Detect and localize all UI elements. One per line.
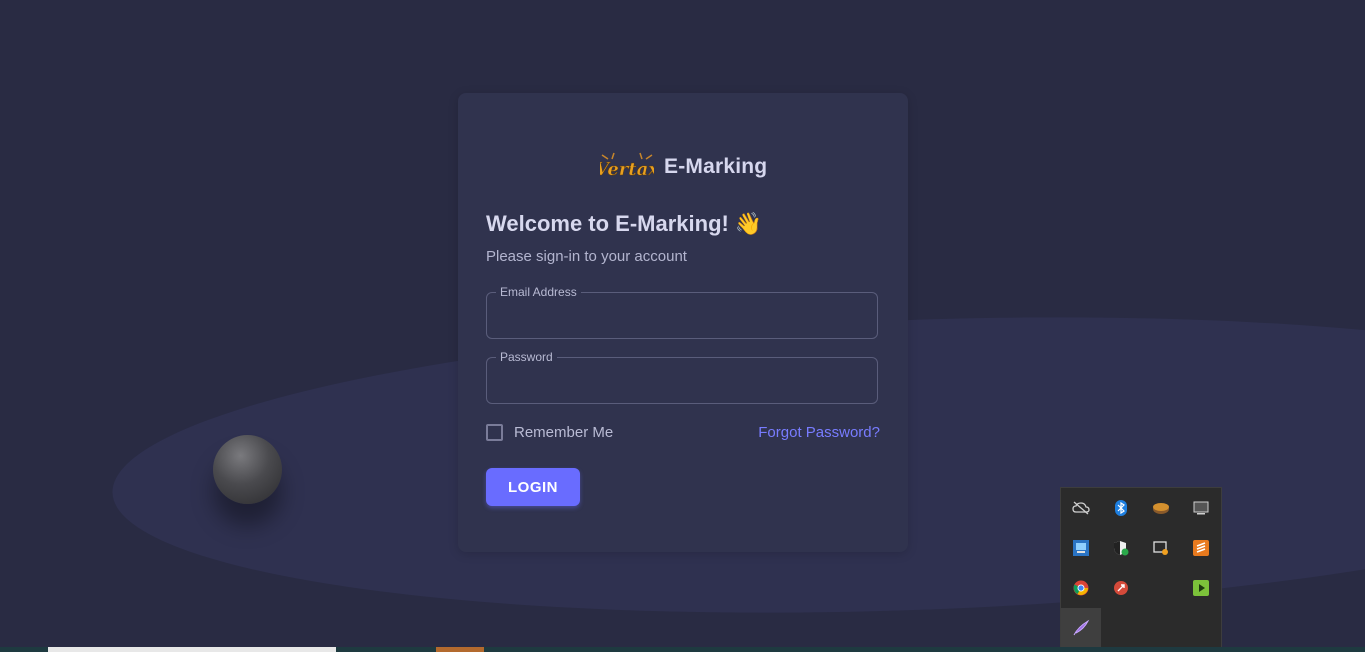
remember-label: Remember Me — [514, 424, 614, 441]
monitor-icon[interactable] — [1181, 488, 1221, 528]
password-field[interactable]: Password — [486, 350, 878, 404]
email-field[interactable]: Email Address — [486, 285, 878, 339]
vertax-logo: Vertax — [595, 151, 659, 183]
login-button[interactable]: LOGIN — [486, 468, 580, 506]
bluetooth-icon[interactable] — [1101, 488, 1141, 528]
login-card: Vertax E-Marking Welcome to E-Marking! 👋… — [458, 93, 908, 552]
chrome-icon[interactable] — [1061, 568, 1101, 608]
welcome-text: Welcome to E-Marking! — [486, 211, 729, 236]
brand-name: E-Marking — [664, 155, 768, 178]
network-app-icon[interactable] — [1061, 528, 1101, 568]
taskbar-app-item[interactable] — [436, 647, 484, 652]
email-input[interactable] — [487, 293, 877, 338]
disk-icon[interactable] — [1141, 488, 1181, 528]
purple-feather-icon[interactable] — [1061, 608, 1101, 648]
green-play-icon[interactable] — [1181, 568, 1221, 608]
screen-capture-icon[interactable] — [1141, 528, 1181, 568]
remember-checkbox[interactable] — [486, 424, 503, 441]
brand: Vertax E-Marking — [595, 151, 768, 183]
cloud-offline-icon[interactable] — [1061, 488, 1101, 528]
security-shield-icon[interactable] — [1101, 528, 1141, 568]
login-page: Vertax E-Marking Welcome to E-Marking! 👋… — [0, 0, 1365, 652]
wave-icon: 👋 — [734, 211, 763, 236]
svg-text:Vertax: Vertax — [600, 159, 654, 180]
password-input[interactable] — [487, 358, 877, 403]
remember-me[interactable]: Remember Me — [486, 424, 613, 441]
decorative-orb — [213, 435, 282, 504]
sublime-icon[interactable] — [1181, 528, 1221, 568]
taskbar-window-item[interactable] — [48, 647, 336, 652]
system-tray-overflow — [1060, 487, 1222, 652]
login-subtitle: Please sign-in to your account — [486, 248, 687, 265]
welcome-heading: Welcome to E-Marking! 👋 — [486, 211, 762, 237]
forgot-password-link[interactable]: Forgot Password? — [758, 424, 880, 441]
red-app-icon[interactable] — [1101, 568, 1141, 608]
